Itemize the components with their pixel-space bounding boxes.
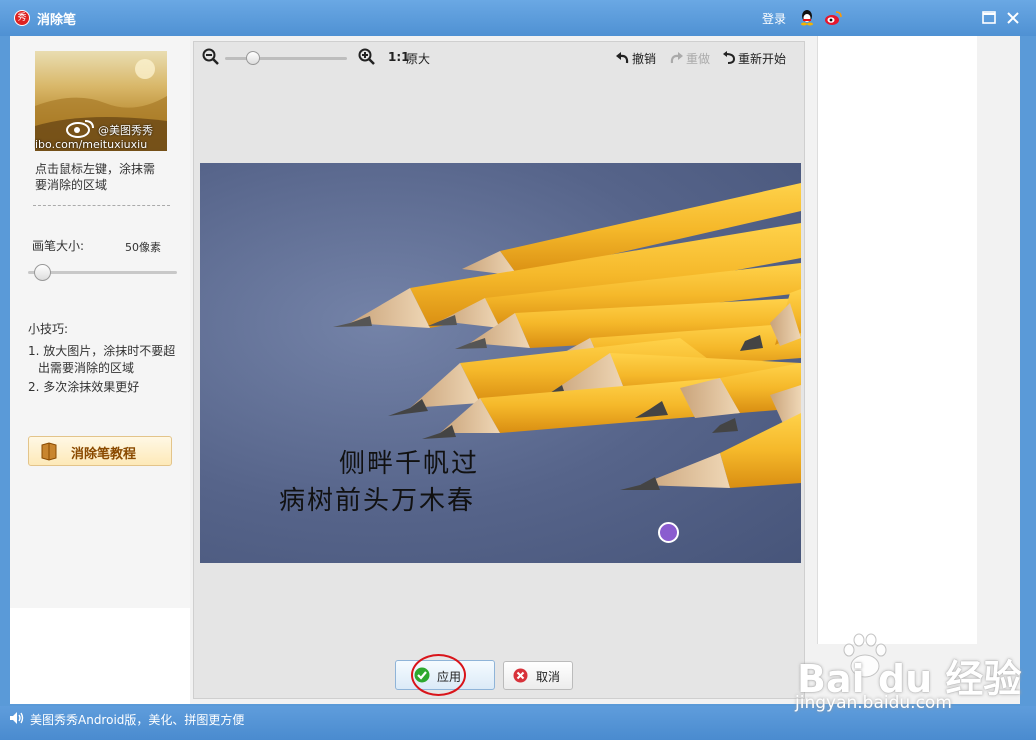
weibo-icon[interactable] [824, 10, 842, 26]
instruction-text: 要消除的区域 [35, 178, 108, 192]
brush-size-slider-handle[interactable] [34, 264, 51, 281]
divider [33, 205, 170, 206]
zoom-out-icon[interactable] [202, 48, 220, 66]
tip-item: 1. 放大图片，涂抹时不要超 [28, 344, 176, 358]
thumbnail-watermark-handle: @美图秀秀 [98, 124, 153, 137]
speaker-icon [9, 711, 25, 725]
redo-button[interactable]: 重做 [686, 50, 710, 67]
highlight-circle [411, 654, 466, 696]
left-panel-blank [10, 608, 190, 704]
tip-item: 出需要消除的区域 [38, 361, 135, 375]
qq-icon[interactable] [799, 9, 815, 26]
window-title: 消除笔 [37, 13, 77, 28]
cancel-button-label[interactable]: 取消 [536, 668, 560, 685]
instruction-text: 点击鼠标左键，涂抹需 [35, 162, 156, 176]
maximize-button[interactable] [980, 9, 998, 27]
book-icon [39, 441, 59, 461]
restart-button[interactable]: 重新开始 [738, 50, 786, 67]
tip-item: 2. 多次涂抹效果更好 [28, 380, 140, 394]
poem-text-line: 病树前头万木春 [279, 486, 476, 516]
poem-text-line: 侧畔千帆过 [339, 449, 480, 479]
tutorial-button-label[interactable]: 消除笔教程 [71, 443, 136, 462]
login-link[interactable]: 登录 [762, 10, 786, 27]
undo-icon[interactable] [615, 50, 629, 64]
right-margin [977, 36, 1020, 704]
actual-size-button[interactable]: 原大 [406, 50, 430, 67]
zoom-slider[interactable] [225, 57, 347, 60]
close-button[interactable] [1004, 9, 1022, 27]
thumbnail-watermark-url: ibo.com/meituxiuxiu [35, 138, 148, 151]
redo-icon[interactable] [670, 50, 684, 64]
cancel-icon [513, 668, 528, 683]
brush-size-value: 50像素 [125, 241, 161, 254]
title-bar [0, 0, 1036, 36]
zoom-slider-handle[interactable] [246, 51, 260, 65]
baidu-watermark-url: jingyan.baidu.com [795, 693, 952, 713]
status-message[interactable]: 美图秀秀Android版，美化、拼图更方便 [30, 711, 244, 728]
app-logo-icon: 秀 [14, 10, 30, 26]
tips-title: 小技巧: [28, 322, 69, 336]
undo-button[interactable]: 撤销 [632, 50, 656, 67]
brush-size-label: 画笔大小: [32, 239, 85, 253]
zoom-in-icon[interactable] [358, 48, 376, 66]
weibo-watermark-icon [65, 118, 95, 138]
right-panel [817, 36, 977, 644]
restart-icon[interactable] [722, 50, 736, 64]
brush-cursor [658, 522, 679, 543]
